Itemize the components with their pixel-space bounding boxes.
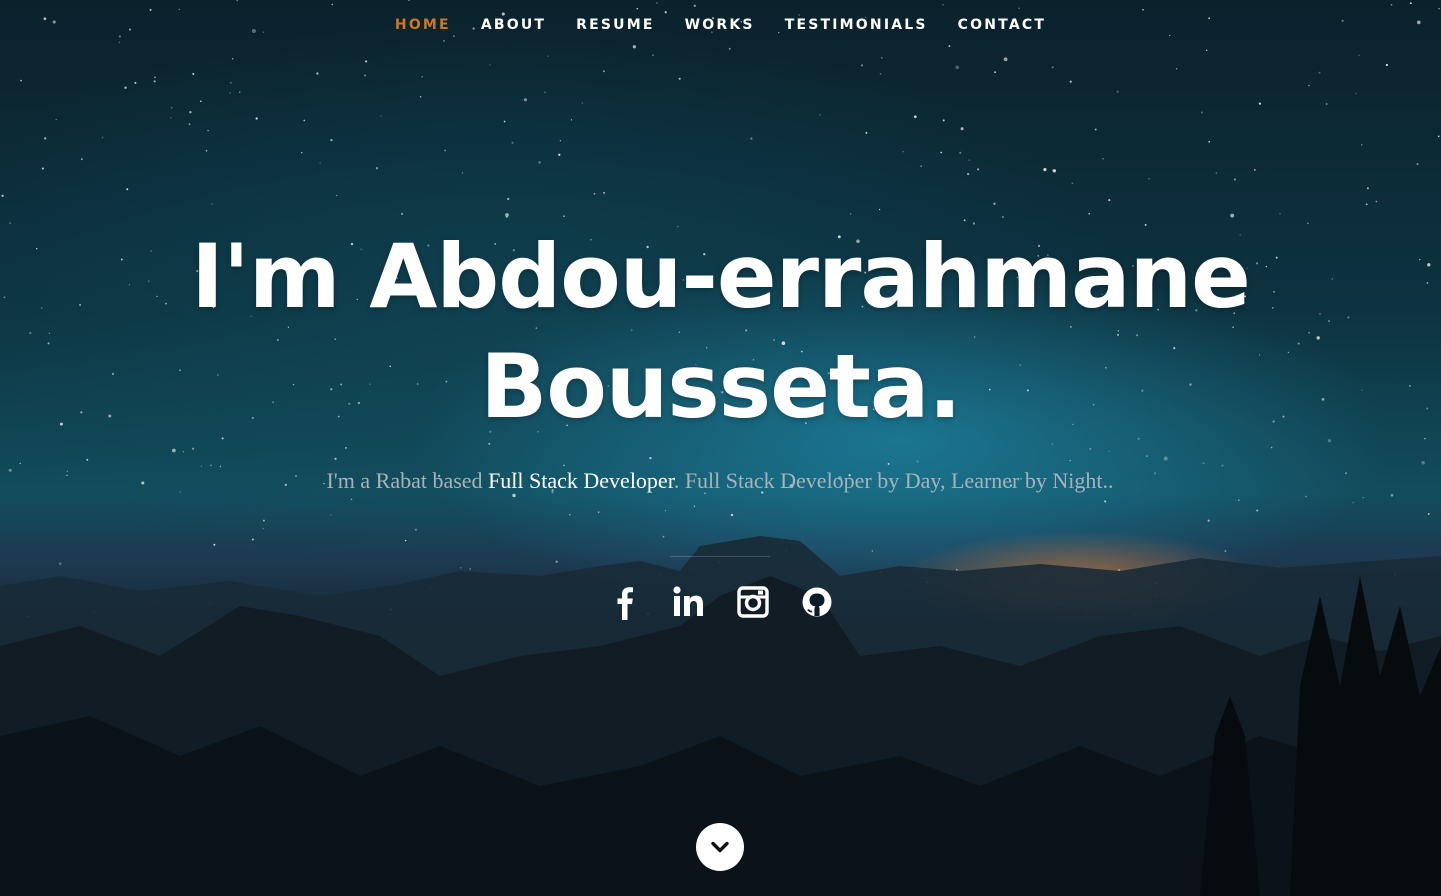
nav-item-works: WORKS <box>670 17 770 33</box>
facebook-icon <box>617 587 633 620</box>
linkedin-link[interactable] <box>672 584 706 620</box>
nav-link-home[interactable]: HOME <box>380 17 466 33</box>
tagline-suffix: . Full Stack Developer by Day, Learner b… <box>673 468 1114 493</box>
hero-overlay <box>0 0 1441 896</box>
nav-link-works[interactable]: WORKS <box>670 17 770 33</box>
scroll-down-button[interactable] <box>696 823 744 871</box>
tagline-prefix: I'm a Rabat based <box>326 468 489 493</box>
hero-headline: I'm Abdou-errahmane Bousseta. <box>0 222 1441 442</box>
nav-item-about: ABOUT <box>466 17 561 33</box>
headline-line-2: Bousseta. <box>480 335 961 438</box>
tagline-role: Full Stack Developer <box>488 468 674 493</box>
hero-divider <box>670 556 770 557</box>
github-icon <box>802 587 831 617</box>
hero-tagline: I'm a Rabat based Full Stack Developer. … <box>310 462 1130 500</box>
facebook-link[interactable] <box>608 584 642 620</box>
nav-item-resume: RESUME <box>561 17 670 33</box>
nav-link-contact[interactable]: CONTACT <box>943 17 1061 33</box>
chevron-down-icon <box>711 841 729 853</box>
nav-list: HOME ABOUT RESUME WORKS TESTIMONIALS CON… <box>380 17 1061 33</box>
nav-link-about[interactable]: ABOUT <box>466 17 561 33</box>
nav-link-testimonials[interactable]: TESTIMONIALS <box>770 17 943 33</box>
nav-item-testimonials: TESTIMONIALS <box>770 17 943 33</box>
nav-link-resume[interactable]: RESUME <box>561 17 670 33</box>
linkedin-icon <box>672 586 703 616</box>
github-link[interactable] <box>800 584 834 620</box>
nav-item-home: HOME <box>380 17 466 33</box>
social-links <box>0 584 1441 620</box>
main-navigation: HOME ABOUT RESUME WORKS TESTIMONIALS CON… <box>0 0 1441 50</box>
headline-line-1: I'm Abdou-errahmane <box>191 225 1251 328</box>
instagram-icon <box>736 586 769 618</box>
nav-item-contact: CONTACT <box>943 17 1061 33</box>
instagram-link[interactable] <box>736 584 770 620</box>
